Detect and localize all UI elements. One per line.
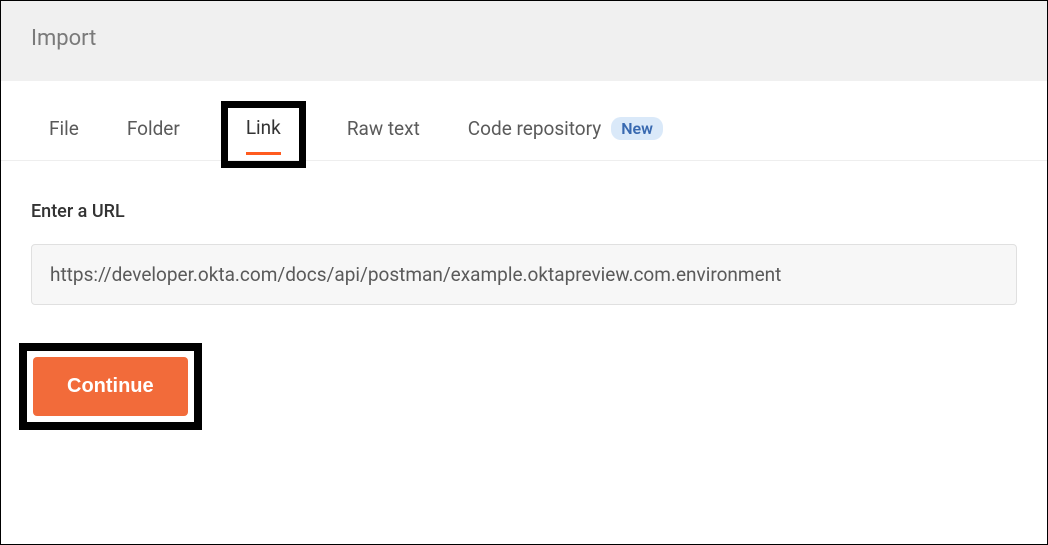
tab-bar: File Folder Link Raw text Code repositor… [1, 81, 1047, 161]
highlight-box-continue: Continue [19, 343, 202, 430]
button-section: Continue [1, 325, 1047, 448]
url-input[interactable] [31, 244, 1017, 305]
highlight-box-link-tab: Link [221, 101, 306, 168]
dialog-title: Import [31, 26, 1017, 51]
dialog-header: Import [1, 1, 1047, 81]
tab-file[interactable]: File [49, 117, 79, 144]
tab-link[interactable]: Link [246, 116, 281, 143]
new-badge: New [611, 117, 663, 140]
tab-code-repository[interactable]: Code repository New [468, 117, 663, 144]
dialog-content: File Folder Link Raw text Code repositor… [1, 81, 1047, 448]
tab-code-repository-label: Code repository [468, 117, 601, 140]
continue-button[interactable]: Continue [33, 357, 188, 416]
tab-folder[interactable]: Folder [127, 117, 180, 144]
tab-raw-text[interactable]: Raw text [347, 117, 420, 144]
url-form-section: Enter a URL [1, 161, 1047, 325]
url-label: Enter a URL [31, 201, 1017, 222]
